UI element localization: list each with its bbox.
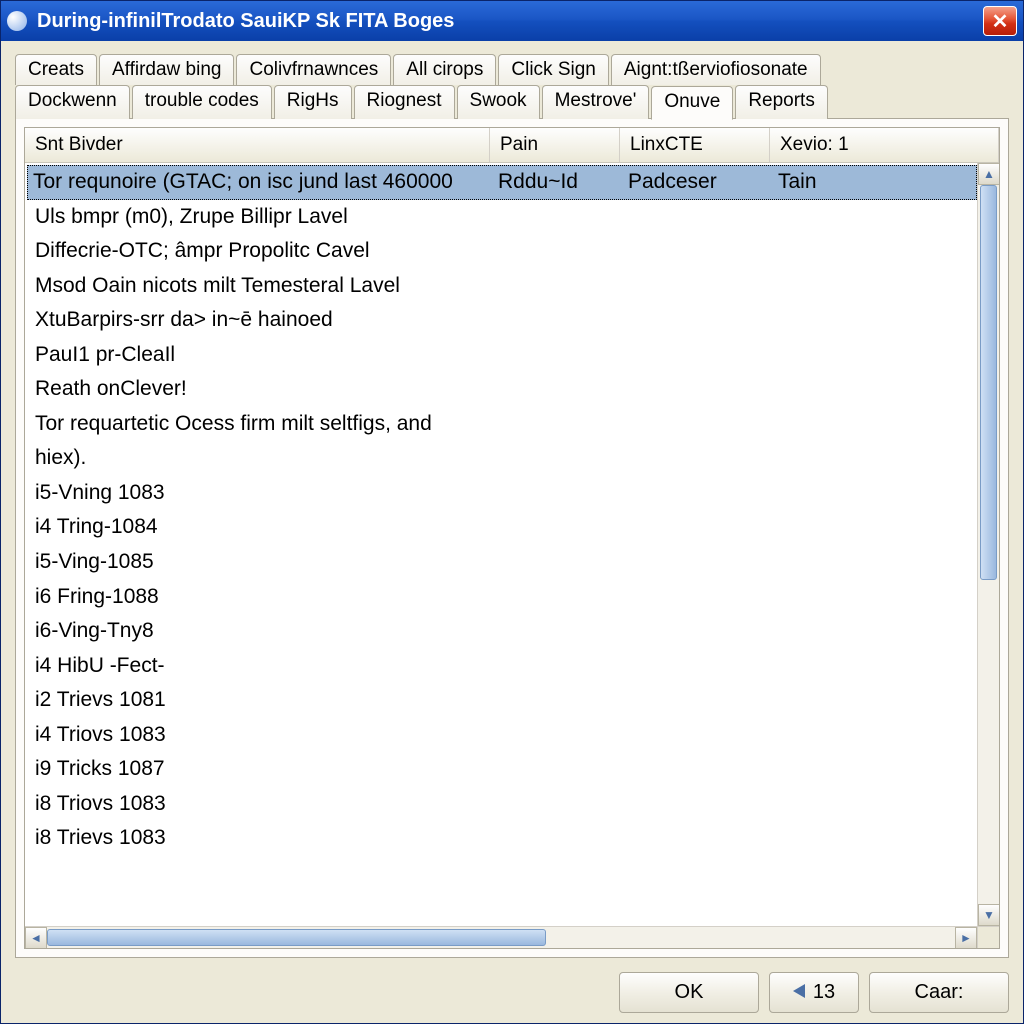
list-item[interactable]: Uls bmpr (m0), Zrupe Billipr Lavel bbox=[27, 200, 977, 235]
column-header[interactable]: Pain bbox=[490, 128, 620, 162]
tab-all-cirops[interactable]: All cirops bbox=[393, 54, 496, 85]
scroll-corner bbox=[977, 927, 999, 948]
scroll-thumb[interactable] bbox=[980, 185, 997, 580]
tab-row-2: Dockwenntrouble codesRigHsRiognestSwookM… bbox=[15, 84, 1009, 118]
scroll-thumb[interactable] bbox=[47, 929, 546, 946]
title-bar: During-infinilTrodato SauiKP Sk FITA Bog… bbox=[1, 1, 1023, 41]
tab-onuve[interactable]: Onuve bbox=[651, 86, 733, 120]
close-icon: ✕ bbox=[992, 9, 1009, 34]
list-header: Snt Bivder Pain LinxCTE Xevio: 1 bbox=[25, 128, 999, 163]
tab-righs[interactable]: RigHs bbox=[274, 85, 352, 119]
dialog-window: During-infinilTrodato SauiKP Sk FITA Bog… bbox=[0, 0, 1024, 1024]
list-view: Snt Bivder Pain LinxCTE Xevio: 1 Tor req… bbox=[24, 127, 1000, 949]
tab-dockwenn[interactable]: Dockwenn bbox=[15, 85, 130, 119]
list-item[interactable]: i5-Ving-1085 bbox=[27, 545, 977, 580]
client-area: CreatsAffirdaw bingColivfrnawncesAll cir… bbox=[1, 41, 1023, 1023]
list-item[interactable]: i8 Trievs 1083 bbox=[27, 821, 977, 856]
column-header[interactable]: LinxCTE bbox=[620, 128, 770, 162]
tab-trouble-codes[interactable]: trouble codes bbox=[132, 85, 272, 119]
tab-colivfrnawnces[interactable]: Colivfrnawnces bbox=[236, 54, 391, 85]
tab-riognest[interactable]: Riognest bbox=[354, 85, 455, 119]
tab-strip: CreatsAffirdaw bingColivfrnawncesAll cir… bbox=[15, 53, 1009, 118]
tab-creats[interactable]: Creats bbox=[15, 54, 97, 85]
list-item[interactable]: Tor requartetic Ocess firm milt seltfigs… bbox=[27, 407, 977, 442]
back-button[interactable]: 13 bbox=[769, 972, 859, 1013]
list-item[interactable]: i8 Triovs 1083 bbox=[27, 787, 977, 822]
list-item[interactable]: XtuBarpirs-srr da> in~ē hainoed bbox=[27, 303, 977, 338]
list-item[interactable]: Reath onClever! bbox=[27, 372, 977, 407]
list-item[interactable]: i6 Fring-1088 bbox=[27, 580, 977, 615]
list-item[interactable]: i2 Trievs 1081 bbox=[27, 683, 977, 718]
cell: Tor requnoire (GTAC; on isc jund last 46… bbox=[33, 166, 498, 199]
tab-mestrove-[interactable]: Mestrove' bbox=[542, 85, 650, 119]
tab-panel: Snt Bivder Pain LinxCTE Xevio: 1 Tor req… bbox=[15, 118, 1009, 958]
tab-aignt-t-erviofiosonate[interactable]: Aignt:tßerviofiosonate bbox=[611, 54, 821, 85]
tab-affirdaw-bing[interactable]: Affirdaw bing bbox=[99, 54, 235, 85]
tab-row-1: CreatsAffirdaw bingColivfrnawncesAll cir… bbox=[15, 53, 1009, 84]
list-item[interactable]: i4 Triovs 1083 bbox=[27, 718, 977, 753]
cancel-button[interactable]: Caar: bbox=[869, 972, 1009, 1013]
scroll-track[interactable] bbox=[47, 927, 955, 948]
column-header[interactable]: Snt Bivder bbox=[25, 128, 490, 162]
cell: Rddu~Id bbox=[498, 166, 628, 199]
scroll-up-icon[interactable]: ▲ bbox=[978, 163, 1000, 185]
ok-label: OK bbox=[675, 981, 704, 1004]
button-bar: OK 13 Caar: bbox=[15, 958, 1009, 1013]
ok-button[interactable]: OK bbox=[619, 972, 759, 1013]
cell: Tain bbox=[778, 166, 971, 199]
list-item[interactable]: hiex). bbox=[27, 441, 977, 476]
back-label: 13 bbox=[813, 981, 835, 1004]
list-body[interactable]: Tor requnoire (GTAC; on isc jund last 46… bbox=[25, 163, 977, 926]
scroll-down-icon[interactable]: ▼ bbox=[978, 904, 1000, 926]
list-item[interactable]: i5-Vning 1083 bbox=[27, 476, 977, 511]
window-title: During-infinilTrodato SauiKP Sk FITA Bog… bbox=[37, 10, 983, 33]
app-icon bbox=[7, 11, 27, 31]
list-item[interactable]: i4 HibU -Fect- bbox=[27, 649, 977, 684]
list-item[interactable]: i4 Tring-1084 bbox=[27, 510, 977, 545]
list-item[interactable]: PauI1 pr-CleaIl bbox=[27, 338, 977, 373]
list-item[interactable]: Msod Oain nicots milt Temesteral Lavel bbox=[27, 269, 977, 304]
tab-reports[interactable]: Reports bbox=[735, 85, 828, 119]
vertical-scrollbar[interactable]: ▲ ▼ bbox=[977, 163, 999, 926]
tab-click-sign[interactable]: Click Sign bbox=[498, 54, 608, 85]
scroll-track[interactable] bbox=[978, 185, 999, 904]
arrow-left-icon bbox=[793, 981, 805, 1004]
cancel-label: Caar: bbox=[915, 981, 964, 1004]
close-button[interactable]: ✕ bbox=[983, 6, 1017, 36]
cell: Padceser bbox=[628, 166, 778, 199]
horizontal-scrollbar[interactable]: ◄ ► bbox=[25, 926, 999, 948]
scroll-left-icon[interactable]: ◄ bbox=[25, 927, 47, 949]
list-row-selected[interactable]: Tor requnoire (GTAC; on isc jund last 46… bbox=[27, 165, 977, 200]
list-item[interactable]: Diffecrie-OTC; âmpr Propolitc Cavel bbox=[27, 234, 977, 269]
column-header[interactable]: Xevio: 1 bbox=[770, 128, 999, 162]
scroll-right-icon[interactable]: ► bbox=[955, 927, 977, 949]
tab-swook[interactable]: Swook bbox=[457, 85, 540, 119]
list-item[interactable]: i6-Ving-Tny8 bbox=[27, 614, 977, 649]
list-item[interactable]: i9 Tricks 1087 bbox=[27, 752, 977, 787]
